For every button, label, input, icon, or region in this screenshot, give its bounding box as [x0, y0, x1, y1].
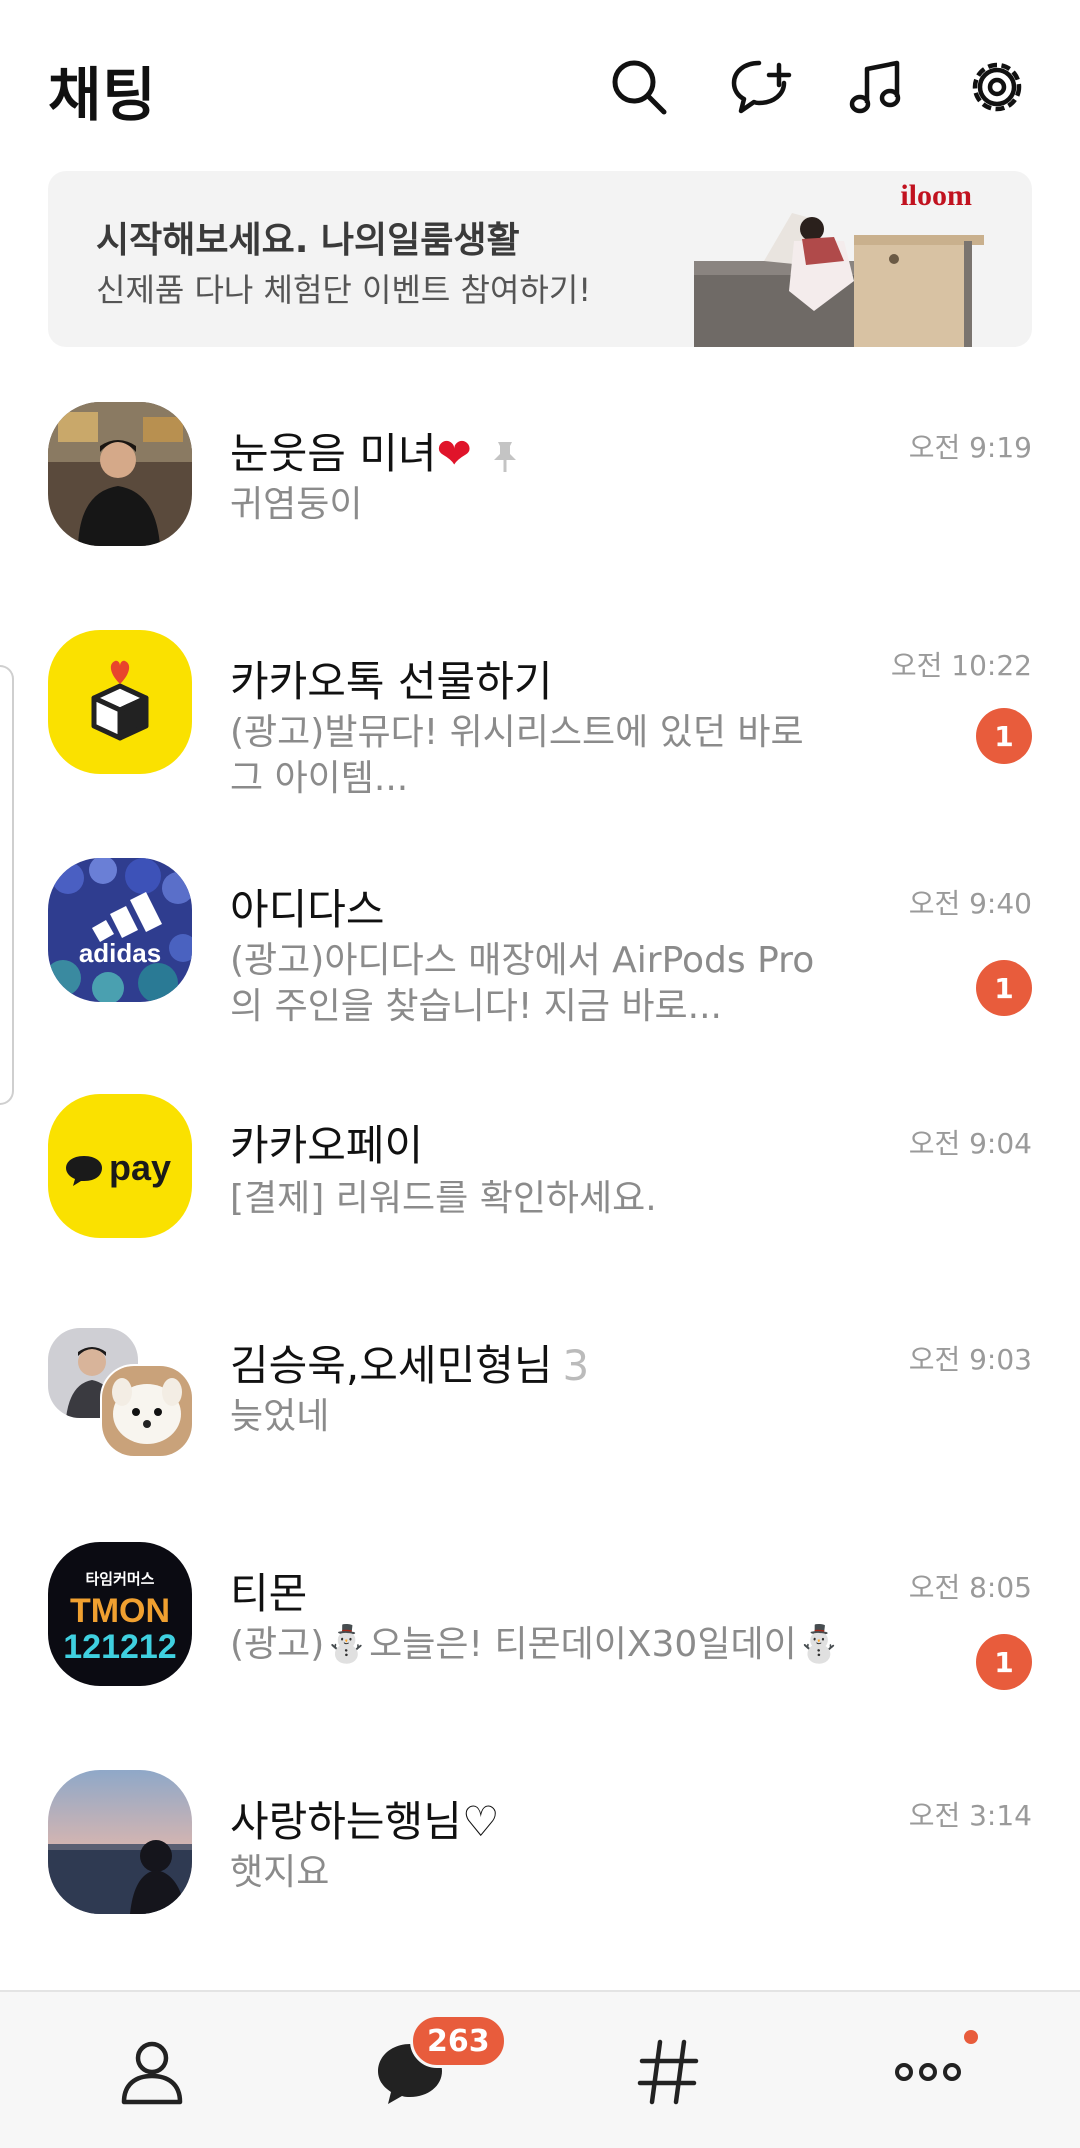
settings-button[interactable] — [962, 52, 1032, 122]
chat-preview: (광고)⛄오늘은! 티몬데이X30일데이⛄ — [230, 1624, 842, 1665]
settings-icon — [972, 62, 1022, 112]
chat-name: 눈웃음 미녀❤ — [230, 420, 520, 481]
notification-dot — [964, 2030, 978, 2044]
pay-logo-text: pay — [109, 1147, 171, 1188]
chat-list: 눈웃음 미녀❤ 귀염둥이 오전 9:19 카카오톡 선물하기 (광고)발뮤다! … — [0, 380, 1080, 1976]
chat-preview: 햇지요 — [230, 1852, 330, 1893]
page-title: 채팅 — [48, 61, 157, 129]
chat-row[interactable]: 사랑하는행님♡ 햇지요 오전 3:14 — [0, 1748, 1080, 1976]
chat-preview: 귀염둥이 — [230, 484, 363, 525]
chat-name: 사랑하는행님♡ — [230, 1797, 500, 1846]
chat-time: 오전 8:05 — [908, 1571, 1032, 1604]
chat-time: 오전 9:40 — [908, 887, 1032, 920]
more-icon — [895, 2063, 961, 2081]
chat-name: 티몬 — [230, 1569, 308, 1618]
tmon-date-text: 121212 — [63, 1628, 176, 1666]
nav-friends[interactable] — [92, 2022, 212, 2122]
new-chat-button[interactable] — [726, 52, 796, 122]
avatar: pay — [48, 1094, 192, 1238]
tmon-subtitle-text: 타임커머스 — [85, 1570, 154, 1588]
chat-time: 오전 9:03 — [908, 1343, 1032, 1376]
chat-time: 오전 3:14 — [908, 1799, 1032, 1832]
unread-badge: 1 — [976, 1634, 1032, 1690]
search-icon — [612, 60, 667, 115]
banner-product-image — [694, 213, 984, 347]
chat-row[interactable]: pay 카카오페이 [결제] 리워드를 확인하세요. 오전 9:04 — [0, 1064, 1080, 1292]
chat-time: 오전 9:19 — [908, 431, 1032, 464]
group-avatar — [48, 1314, 194, 1458]
friends-icon — [121, 2041, 183, 2105]
music-icon — [849, 60, 901, 114]
chat-row[interactable]: 카카오톡 선물하기 (광고)발뮤다! 위시리스트에 있던 바로 그 아이템...… — [0, 608, 1080, 836]
chat-time: 오전 10:22 — [890, 649, 1032, 682]
gift-box-icon — [48, 630, 192, 774]
chat-preview: (광고)아디다스 매장에서 AirPods Pro의 주인을 찾습니다! 지금 … — [230, 940, 815, 1027]
banner-title: 시작해보세요. 나의일룸생활 — [96, 220, 520, 261]
unread-badge: 1 — [976, 708, 1032, 764]
chat-time: 오전 9:04 — [908, 1127, 1032, 1160]
heart-emoji: ❤ — [436, 429, 472, 478]
banner-subtitle: 신제품 다나 체험단 이벤트 참여하기! — [96, 271, 592, 309]
music-button[interactable] — [842, 52, 912, 122]
chat-name: 아디다스 — [230, 885, 385, 934]
chat-row[interactable]: 김승욱,오세민형님 3 늦었네 오전 9:03 — [0, 1292, 1080, 1520]
nav-openchat[interactable] — [608, 2022, 728, 2122]
chat-preview: [결제] 리워드를 확인하세요. — [230, 1178, 657, 1219]
chat-preview: (광고)발뮤다! 위시리스트에 있던 바로 그 아이템... — [230, 712, 804, 799]
unread-badge: 1 — [976, 960, 1032, 1016]
pin-icon — [493, 441, 516, 472]
openchat-hash-icon — [637, 2039, 699, 2105]
chat-row[interactable]: 눈웃음 미녀❤ 귀염둥이 오전 9:19 — [0, 380, 1080, 608]
member-count: 3 — [562, 1341, 590, 1390]
chat-name: 카카오톡 선물하기 — [230, 657, 553, 706]
chat-preview: 늦었네 — [230, 1396, 330, 1437]
chat-row[interactable]: adidas 아디다스 (광고)아디다스 매장에서 AirPods Pro의 주… — [0, 836, 1080, 1064]
chat-count-badge: 263 — [410, 2014, 507, 2068]
ad-banner[interactable]: 시작해보세요. 나의일룸생활 신제품 다나 체험단 이벤트 참여하기! iloo… — [48, 171, 1032, 347]
avatar: adidas — [48, 858, 192, 1002]
avatar — [48, 1770, 192, 1914]
bottom-nav: 263 — [0, 1990, 1080, 2148]
avatar: 타임커머스 TMON 121212 — [48, 1542, 192, 1686]
new-chat-icon — [731, 60, 792, 114]
chat-name: 카카오페이 — [230, 1121, 424, 1170]
avatar — [48, 630, 192, 774]
chat-name: 김승욱,오세민형님 3 — [230, 1341, 590, 1390]
adidas-logo-text: adidas — [79, 938, 161, 968]
avatar — [48, 402, 192, 546]
chat-row[interactable]: 타임커머스 TMON 121212 티몬 (광고)⛄오늘은! 티몬데이X30일데… — [0, 1520, 1080, 1748]
search-button[interactable] — [604, 52, 674, 122]
tmon-logo-text: TMON — [70, 1592, 170, 1630]
header: 채팅 — [0, 0, 1080, 170]
